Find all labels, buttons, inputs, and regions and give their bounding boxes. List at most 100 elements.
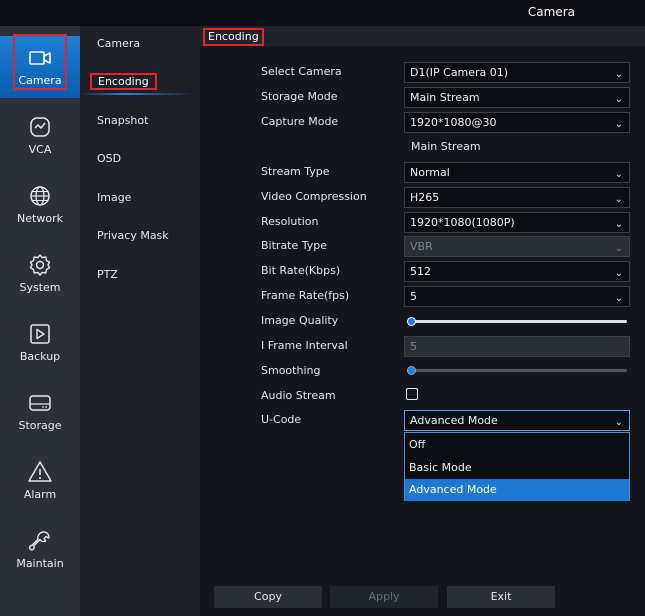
nav-label: Backup [19, 350, 61, 363]
chevron-down-icon: ⌄ [614, 268, 623, 279]
nav-label: Camera [18, 74, 62, 87]
page-title: Encoding [203, 28, 264, 46]
window-title: Camera [527, 5, 575, 19]
video-compression-value: H265 [410, 191, 440, 204]
hard-drive-icon [29, 395, 51, 411]
slider-track [407, 320, 627, 323]
nav-label: System [19, 281, 61, 294]
chevron-down-icon: ⌄ [614, 119, 623, 130]
subnav-label: Privacy Mask [97, 229, 169, 242]
select-camera-dropdown[interactable]: D1(IP Camera 01) ⌄ [404, 62, 630, 83]
copy-button[interactable]: Copy [214, 586, 322, 608]
nav-item-maintain[interactable]: Maintain [0, 519, 80, 581]
subnav-label: Snapshot [97, 114, 149, 127]
subnav-label: Image [97, 191, 132, 204]
capture-mode-value: 1920*1080@30 [410, 116, 497, 129]
nav-item-backup[interactable]: Backup [0, 312, 80, 374]
panel-header: Encoding [200, 26, 645, 46]
select-camera-value: D1(IP Camera 01) [410, 66, 509, 79]
smoothing-slider[interactable] [407, 366, 627, 376]
i-frame-interval-value: 5 [410, 340, 417, 353]
warning-triangle-icon [28, 461, 52, 482]
capture-mode-label: Capture Mode [261, 115, 339, 128]
slider-thumb[interactable] [407, 366, 417, 375]
subnav-label: OSD [97, 152, 122, 165]
encoding-panel: Encoding Select Camera D1(IP Camera 01) … [200, 26, 645, 616]
capture-mode-dropdown[interactable]: 1920*1080@30 ⌄ [404, 112, 630, 133]
smoothing-label: Smoothing [261, 364, 321, 377]
vca-icon [30, 117, 50, 137]
bit-rate-value: 512 [410, 265, 431, 278]
nav-item-camera[interactable]: Camera [0, 36, 80, 98]
globe-icon [30, 186, 50, 206]
camera-icon [29, 51, 51, 65]
nav-item-system[interactable]: System [0, 243, 80, 305]
chevron-down-icon: ⌄ [614, 293, 623, 304]
subnav-label: Encoding [90, 73, 157, 90]
storage-mode-dropdown[interactable]: Main Stream ⌄ [404, 87, 630, 108]
subnav-item-ptz[interactable]: PTZ [80, 264, 200, 286]
u-code-option-advanced-mode[interactable]: Advanced Mode [405, 479, 629, 501]
nav-item-vca[interactable]: VCA [0, 105, 80, 167]
subnav-item-privacy-mask[interactable]: Privacy Mask [80, 225, 200, 247]
title-bar: Camera [0, 0, 645, 26]
video-compression-label: Video Compression [261, 190, 367, 203]
nav-item-storage[interactable]: Storage [0, 381, 80, 443]
slider-track [407, 369, 627, 372]
nav-item-alarm[interactable]: Alarm [0, 450, 80, 512]
chevron-down-icon: ⌄ [614, 243, 623, 254]
bit-rate-dropdown[interactable]: 512 ⌄ [404, 261, 630, 282]
video-compression-dropdown[interactable]: H265 ⌄ [404, 187, 630, 208]
chevron-down-icon: ⌄ [614, 417, 623, 428]
audio-stream-checkbox[interactable] [406, 388, 418, 400]
exit-button[interactable]: Exit [447, 586, 555, 608]
select-camera-label: Select Camera [261, 65, 342, 78]
image-quality-slider[interactable] [407, 317, 627, 327]
chevron-down-icon: ⌄ [614, 69, 623, 80]
stream-type-dropdown[interactable]: Normal ⌄ [404, 162, 630, 183]
main-stream-section-label: Main Stream [411, 140, 481, 153]
chevron-down-icon: ⌄ [614, 169, 623, 180]
chevron-down-icon: ⌄ [614, 94, 623, 105]
gear-icon [29, 254, 51, 276]
storage-mode-label: Storage Mode [261, 90, 338, 103]
apply-button: Apply [330, 586, 438, 608]
subnav-item-camera[interactable]: Camera [80, 33, 200, 55]
u-code-options-list: Off Basic Mode Advanced Mode [404, 432, 630, 501]
nav-label: Maintain [16, 557, 64, 570]
bitrate-type-value: VBR [410, 240, 433, 253]
chevron-down-icon: ⌄ [614, 219, 623, 230]
frame-rate-value: 5 [410, 290, 417, 303]
bitrate-type-dropdown: VBR ⌄ [404, 236, 630, 257]
frame-rate-dropdown[interactable]: 5 ⌄ [404, 286, 630, 307]
subnav-active-underline [80, 93, 192, 95]
u-code-option-off[interactable]: Off [405, 434, 629, 456]
storage-mode-value: Main Stream [410, 91, 480, 104]
nav-label: Alarm [23, 488, 57, 501]
resolution-dropdown[interactable]: 1920*1080(1080P) ⌄ [404, 212, 630, 233]
resolution-value: 1920*1080(1080P) [410, 216, 515, 229]
stream-type-value: Normal [410, 166, 450, 179]
bit-rate-label: Bit Rate(Kbps) [261, 264, 341, 277]
subnav-item-osd[interactable]: OSD [80, 148, 200, 170]
u-code-option-basic-mode[interactable]: Basic Mode [405, 457, 629, 479]
image-quality-label: Image Quality [261, 314, 339, 327]
wrench-icon [28, 531, 50, 551]
u-code-label: U-Code [261, 413, 302, 426]
subnav-item-snapshot[interactable]: Snapshot [80, 110, 200, 132]
nav-label: Network [17, 212, 63, 225]
main-nav: Camera VCA Network System Backup Storage… [0, 26, 80, 616]
nav-label: Storage [18, 419, 62, 432]
i-frame-interval-field: 5 [404, 336, 630, 357]
resolution-label: Resolution [261, 215, 319, 228]
nav-item-network[interactable]: Network [0, 174, 80, 236]
subnav-item-encoding[interactable]: Encoding [80, 71, 200, 93]
slider-thumb[interactable] [407, 317, 417, 326]
subnav-item-image[interactable]: Image [80, 187, 200, 209]
u-code-dropdown[interactable]: Advanced Mode ⌄ [404, 410, 630, 431]
subnav-label: PTZ [97, 268, 118, 281]
audio-stream-label: Audio Stream [261, 389, 336, 402]
stream-type-label: Stream Type [261, 165, 330, 178]
u-code-value: Advanced Mode [410, 414, 498, 427]
play-square-icon [30, 324, 50, 344]
